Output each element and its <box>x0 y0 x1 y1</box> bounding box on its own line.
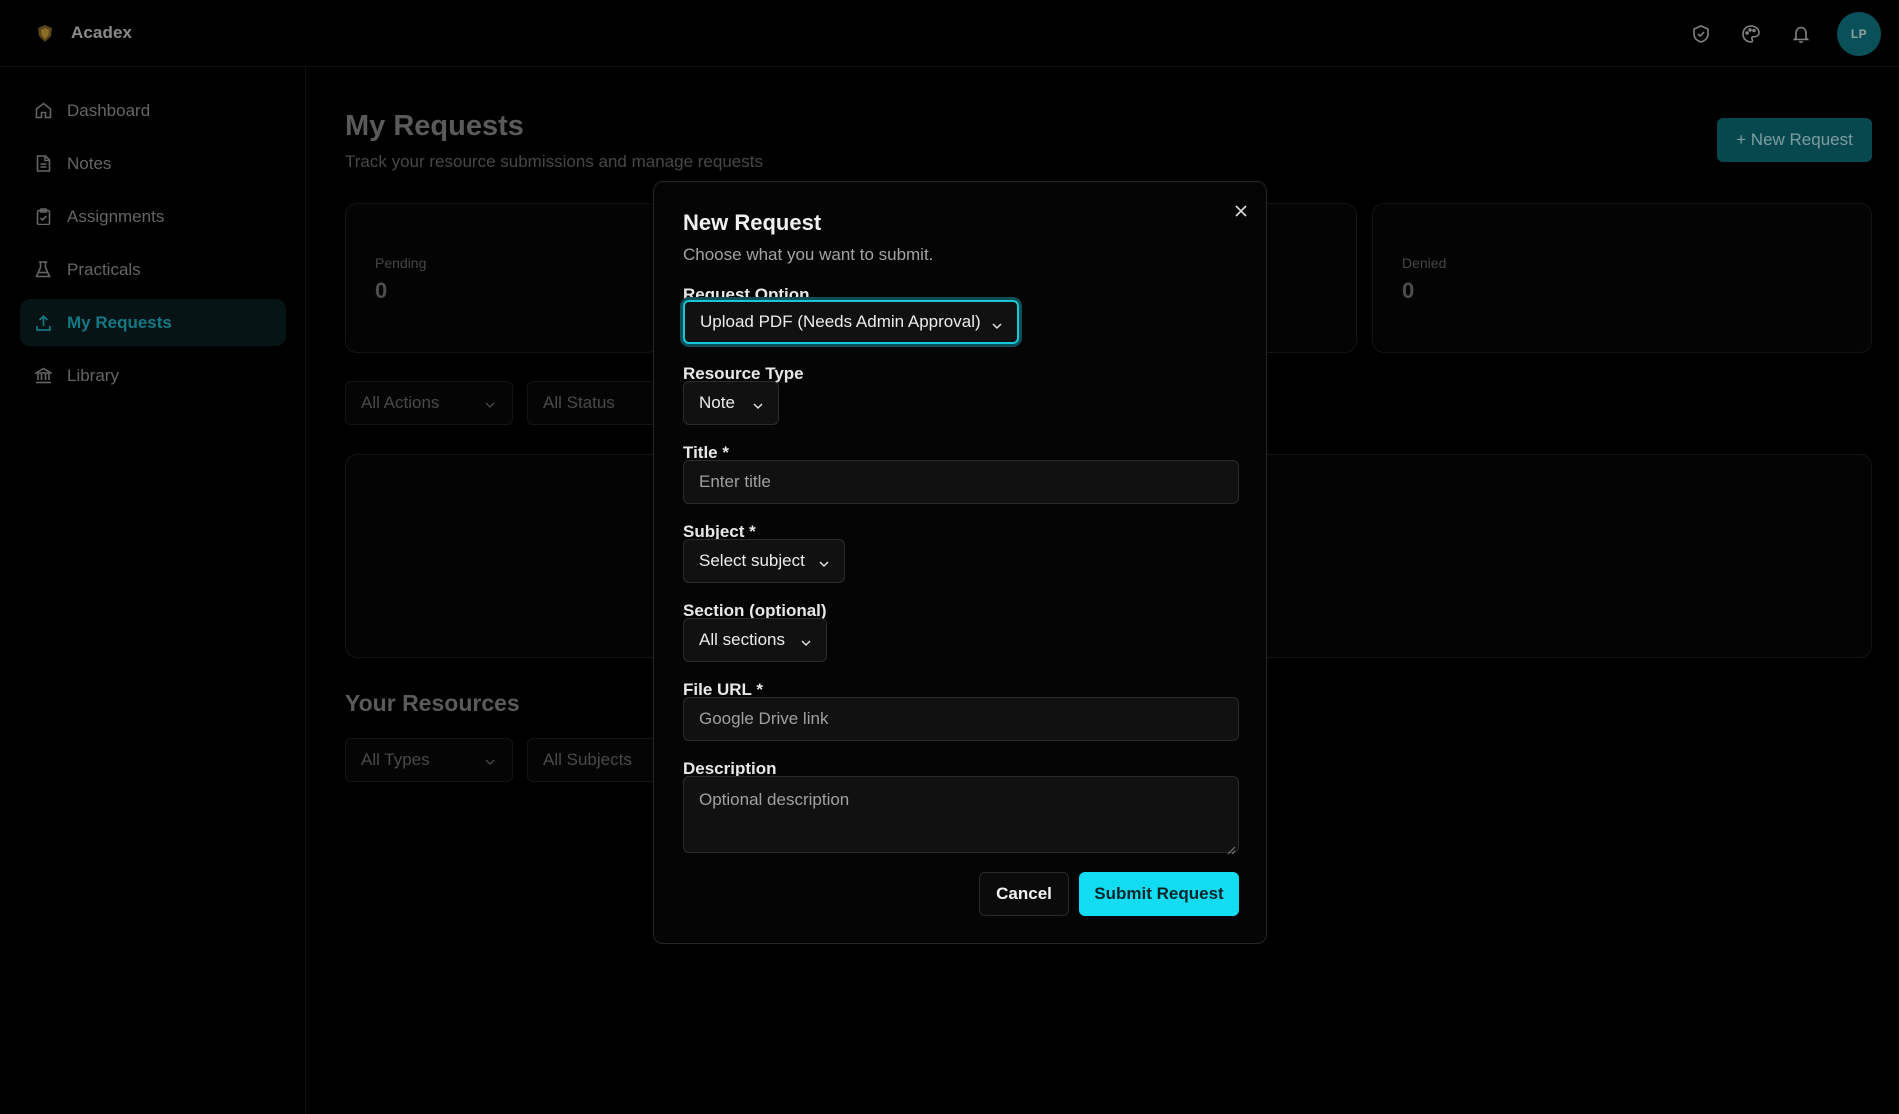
request-option-select[interactable]: Upload PDF (Needs Admin Approval) <box>683 300 1019 344</box>
close-icon[interactable] <box>1232 202 1250 220</box>
chevron-down-icon <box>800 634 812 654</box>
select-value: Select subject <box>699 551 805 570</box>
file-url-input[interactable]: Google Drive link <box>683 697 1239 741</box>
new-request-modal: New Request Choose what you want to subm… <box>653 181 1267 944</box>
select-value: All sections <box>699 630 785 649</box>
description-textarea[interactable]: Optional description <box>683 776 1239 855</box>
select-value: Note <box>699 393 735 412</box>
title-placeholder: Enter title <box>699 472 771 491</box>
submit-request-button[interactable]: Submit Request <box>1079 872 1239 916</box>
select-value: Upload PDF (Needs Admin Approval) <box>700 312 981 331</box>
section-select[interactable]: All sections <box>683 618 827 662</box>
cancel-button[interactable]: Cancel <box>979 872 1069 916</box>
file-url-placeholder: Google Drive link <box>699 709 829 728</box>
subject-select[interactable]: Select subject <box>683 539 845 583</box>
chevron-down-icon <box>991 317 1003 337</box>
resize-grip-icon[interactable] <box>1226 840 1236 855</box>
modal-subtitle: Choose what you want to submit. <box>683 245 934 264</box>
chevron-down-icon <box>752 397 764 417</box>
description-placeholder: Optional description <box>699 790 850 809</box>
resource-type-select[interactable]: Note <box>683 381 779 425</box>
modal-title: New Request <box>683 210 822 235</box>
title-input[interactable]: Enter title <box>683 460 1239 504</box>
chevron-down-icon <box>818 555 830 575</box>
